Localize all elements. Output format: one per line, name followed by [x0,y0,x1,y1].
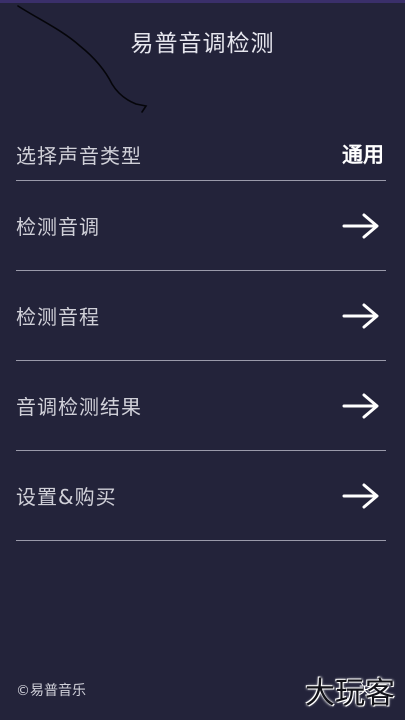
menu-item-detect-interval[interactable]: 检测音程 [16,271,386,361]
menu-item-settings-purchase[interactable]: 设置&购买 [16,451,386,541]
voice-type-value[interactable]: 通用 [342,139,384,169]
menu-item-label: 检测音调 [16,215,100,239]
voice-type-label: 选择声音类型 [16,143,142,168]
copyright-text: ©易普音乐 [16,683,86,699]
arrow-right-icon[interactable] [342,482,380,510]
arrow-right-icon[interactable] [342,302,380,330]
main-menu: 选择声音类型 通用 检测音调 检测音程 音调检测结果 设置&购买 [16,128,386,541]
menu-item-label: 设置&购买 [16,485,117,509]
menu-item-results[interactable]: 音调检测结果 [16,361,386,451]
scribble-mark [17,5,148,113]
top-status-strip [0,0,405,3]
watermark-logo: 大玩客 [305,676,395,711]
arrow-right-icon[interactable] [342,392,380,420]
menu-item-detect-pitch[interactable]: 检测音调 [16,181,386,271]
menu-item-label: 检测音程 [16,305,100,329]
page-title: 易普音调检测 [130,31,275,57]
menu-item-label: 音调检测结果 [16,395,142,419]
voice-type-row[interactable]: 选择声音类型 通用 [16,128,386,181]
arrow-right-icon[interactable] [342,212,380,240]
